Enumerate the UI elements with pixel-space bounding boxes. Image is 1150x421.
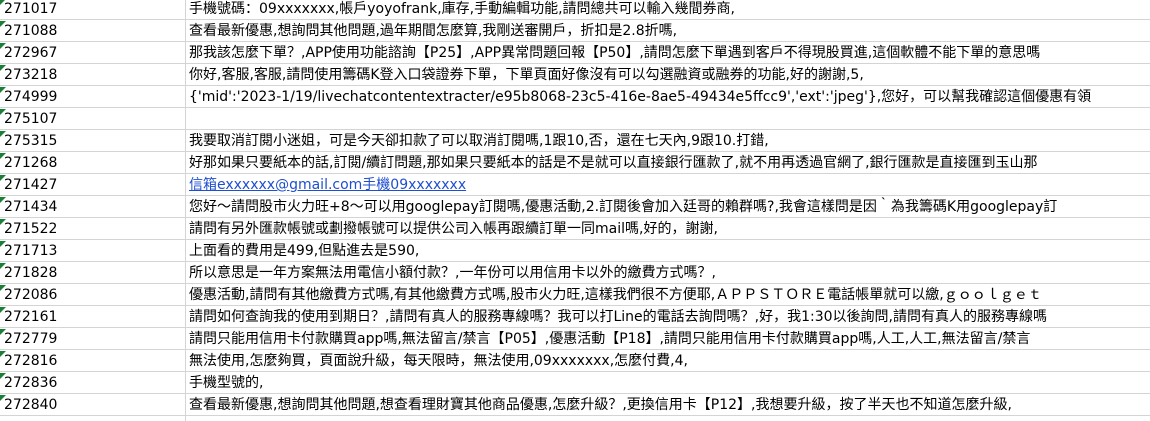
table-row[interactable]: 271088 查看最新優惠,想詢問其他問題,過年期間怎麼算,我剛送審開戶，折扣是2… <box>0 21 1150 42</box>
cell-id[interactable]: 275315 <box>0 131 185 151</box>
cell-id-value: 274999 <box>4 89 58 105</box>
table-row[interactable]: 271427 信箱exxxxxx@gmail.com手機09xxxxxxx <box>0 175 1150 196</box>
cell-text[interactable]: 優惠活動,請問有其他繳費方式嗎,有其他繳費方式嗎,股市火力旺,這樣我們很不方便耶… <box>189 285 1150 305</box>
number-as-text-flag-icon <box>0 329 6 335</box>
number-as-text-flag-icon <box>0 241 6 247</box>
cell-id-value: 272836 <box>4 375 58 391</box>
cell-text[interactable]: 請問有另外匯款帳號或劃撥帳號可以提供公司入帳再跟續訂單一同mail嗎,好的，謝謝… <box>189 219 1150 239</box>
cell-text[interactable] <box>189 109 1150 129</box>
cell-id[interactable]: 271713 <box>0 241 185 261</box>
cell-id-value: 272967 <box>4 45 58 61</box>
cell-id[interactable]: 275107 <box>0 109 185 129</box>
cell-id[interactable]: 272779 <box>0 329 185 349</box>
table-row[interactable]: 272967 那我該怎麼下單？,APP使用功能諮詢【P25】,APP異常問題回報【… <box>0 43 1150 64</box>
cell-id[interactable]: 271268 <box>0 153 185 173</box>
number-as-text-flag-icon <box>0 395 6 401</box>
cell-text[interactable]: 好那如果只要紙本的話,訂閱/續訂問題,那如果只要紙本的話是不是就可以直接銀行匯款… <box>189 153 1150 173</box>
table-row[interactable]: 272161 請問如何查詢我的使用到期日？,請問有真人的服務專線嗎？我可以打Lin… <box>0 307 1150 328</box>
table-row[interactable]: 271017 手機號碼：09xxxxxxx,帳戶yoyofrank,庫存,手動編輯… <box>0 0 1150 20</box>
number-as-text-flag-icon <box>0 87 6 93</box>
number-as-text-flag-icon <box>0 65 6 71</box>
cell-id[interactable]: 272816 <box>0 351 185 371</box>
cell-id[interactable]: 271828 <box>0 263 185 283</box>
cell-id-value: 275315 <box>4 133 58 149</box>
table-row[interactable]: 272836 手機型號的, <box>0 373 1150 394</box>
cell-id-value: 271522 <box>4 221 58 237</box>
cell-id-value: 272816 <box>4 353 58 369</box>
cell-text[interactable]: {'mid':'2023-1/19/livechatcontentextract… <box>189 87 1150 107</box>
cell-text[interactable]: 查看最新優惠,想詢問其他問題,過年期間怎麼算,我剛送審開戶，折扣是2.8折嗎, <box>189 21 1150 41</box>
table-row[interactable]: 275107 <box>0 109 1150 130</box>
cell-id[interactable]: 271017 <box>0 0 185 19</box>
number-as-text-flag-icon <box>0 351 6 357</box>
spreadsheet-grid: 271017 手機號碼：09xxxxxxx,帳戶yoyofrank,庫存,手動編輯… <box>0 0 1150 421</box>
table-row[interactable]: 274999 {'mid':'2023-1/19/livechatcontente… <box>0 87 1150 108</box>
cell-text[interactable]: 我要取消訂閱小迷姐，可是今天卻扣款了可以取消訂閱嗎,1跟10,否，還在七天內,9… <box>189 131 1150 151</box>
cell-id[interactable]: 271088 <box>0 21 185 41</box>
cell-id-value: 271088 <box>4 23 58 39</box>
table-row[interactable]: 272840 查看最新優惠,想詢問其他問題,想查看理財寶其他商品優惠,怎麼升級？,… <box>0 395 1150 416</box>
number-as-text-flag-icon <box>0 43 6 49</box>
cell-text[interactable]: 查看最新優惠,想詢問其他問題,想查看理財寶其他商品優惠,怎麼升級？,更換信用卡【… <box>189 395 1150 415</box>
cell-id[interactable]: 271427 <box>0 175 185 195</box>
table-row[interactable]: 271434 您好～請問股市火力旺+8～可以用googlepay訂閱嗎,優惠活動,… <box>0 197 1150 218</box>
cell-text[interactable]: 上面看的費用是499,但點進去是590, <box>189 241 1150 261</box>
cell-id[interactable]: 272840 <box>0 395 185 415</box>
cell-id-value: 272840 <box>4 397 58 413</box>
cell-text[interactable]: 請問只能用信用卡付款購買app嗎,無法留言/禁言【P05】,優惠活動【P18】,… <box>189 329 1150 349</box>
cell-text[interactable]: 你好,客服,客服,請問使用籌碼K登入口袋證券下單，下單頁面好像沒有可以勾選融資或… <box>189 65 1150 85</box>
number-as-text-flag-icon <box>0 197 6 203</box>
cell-id-value: 272779 <box>4 331 58 347</box>
cell-id-value: 271713 <box>4 243 58 259</box>
number-as-text-flag-icon <box>0 307 6 313</box>
cell-id-value: 271828 <box>4 265 58 281</box>
cell-text-link[interactable]: 信箱exxxxxx@gmail.com手機09xxxxxxx <box>189 175 1150 195</box>
cell-id[interactable]: 271522 <box>0 219 185 239</box>
cell-id-value: 271017 <box>4 1 58 17</box>
table-row[interactable]: 272779 請問只能用信用卡付款購買app嗎,無法留言/禁言【P05】,優惠活動… <box>0 329 1150 350</box>
number-as-text-flag-icon <box>0 21 6 27</box>
cell-id-value: 271427 <box>4 177 58 193</box>
table-row[interactable]: 275315 我要取消訂閱小迷姐，可是今天卻扣款了可以取消訂閱嗎,1跟10,否，還… <box>0 131 1150 152</box>
table-row[interactable]: 271713 上面看的費用是499,但點進去是590, <box>0 241 1150 262</box>
number-as-text-flag-icon <box>0 0 6 5</box>
cell-id-value: 271434 <box>4 199 58 215</box>
table-row[interactable]: 272816 無法使用,怎麼夠買，頁面說升級，每天限時，無法使用,09xxxxxx… <box>0 351 1150 372</box>
cell-id[interactable]: 272967 <box>0 43 185 63</box>
cell-id-value: 271268 <box>4 155 58 171</box>
cell-id[interactable]: 274999 <box>0 87 185 107</box>
cell-id[interactable]: 273218 <box>0 65 185 85</box>
table-row[interactable]: 272086 優惠活動,請問有其他繳費方式嗎,有其他繳費方式嗎,股市火力旺,這樣我… <box>0 285 1150 306</box>
cell-id[interactable]: 272836 <box>0 373 185 393</box>
cell-id-value: 275107 <box>4 111 58 127</box>
number-as-text-flag-icon <box>0 219 6 225</box>
cell-id-value: 273218 <box>4 67 58 83</box>
table-row[interactable]: 271522 請問有另外匯款帳號或劃撥帳號可以提供公司入帳再跟續訂單一同mail嗎… <box>0 219 1150 240</box>
cell-id[interactable]: 272086 <box>0 285 185 305</box>
cell-id-value: 272161 <box>4 309 58 325</box>
cell-text[interactable]: 手機號碼：09xxxxxxx,帳戶yoyofrank,庫存,手動編輯功能,請問總… <box>189 0 1150 19</box>
number-as-text-flag-icon <box>0 373 6 379</box>
number-as-text-flag-icon <box>0 131 6 137</box>
cell-text[interactable]: 無法使用,怎麼夠買，頁面說升級，每天限時，無法使用,09xxxxxxx,怎麼付費… <box>189 351 1150 371</box>
table-row[interactable]: 271828 所以意思是一年方案無法用電信小額付款？,一年份可以用信用卡以外的繳費… <box>0 263 1150 284</box>
number-as-text-flag-icon <box>0 285 6 291</box>
table-row[interactable]: 273218 你好,客服,客服,請問使用籌碼K登入口袋證券下單，下單頁面好像沒有可… <box>0 65 1150 86</box>
cell-id[interactable]: 271434 <box>0 197 185 217</box>
cell-text[interactable]: 所以意思是一年方案無法用電信小額付款？,一年份可以用信用卡以外的繳費方式嗎？, <box>189 263 1150 283</box>
cell-id[interactable]: 272161 <box>0 307 185 327</box>
cell-id-value: 272086 <box>4 287 58 303</box>
cell-text[interactable]: 手機型號的, <box>189 373 1150 393</box>
number-as-text-flag-icon <box>0 153 6 159</box>
number-as-text-flag-icon <box>0 175 6 181</box>
cell-text[interactable]: 請問如何查詢我的使用到期日？,請問有真人的服務專線嗎？我可以打Line的電話去詢… <box>189 307 1150 327</box>
number-as-text-flag-icon <box>0 109 6 115</box>
table-row[interactable]: 271268 好那如果只要紙本的話,訂閱/續訂問題,那如果只要紙本的話是不是就可以… <box>0 153 1150 174</box>
cell-text[interactable]: 您好～請問股市火力旺+8～可以用googlepay訂閱嗎,優惠活動,2.訂閱後會… <box>189 197 1150 217</box>
cell-text[interactable]: 那我該怎麼下單？,APP使用功能諮詢【P25】,APP異常問題回報【P50】,請… <box>189 43 1150 63</box>
number-as-text-flag-icon <box>0 263 6 269</box>
